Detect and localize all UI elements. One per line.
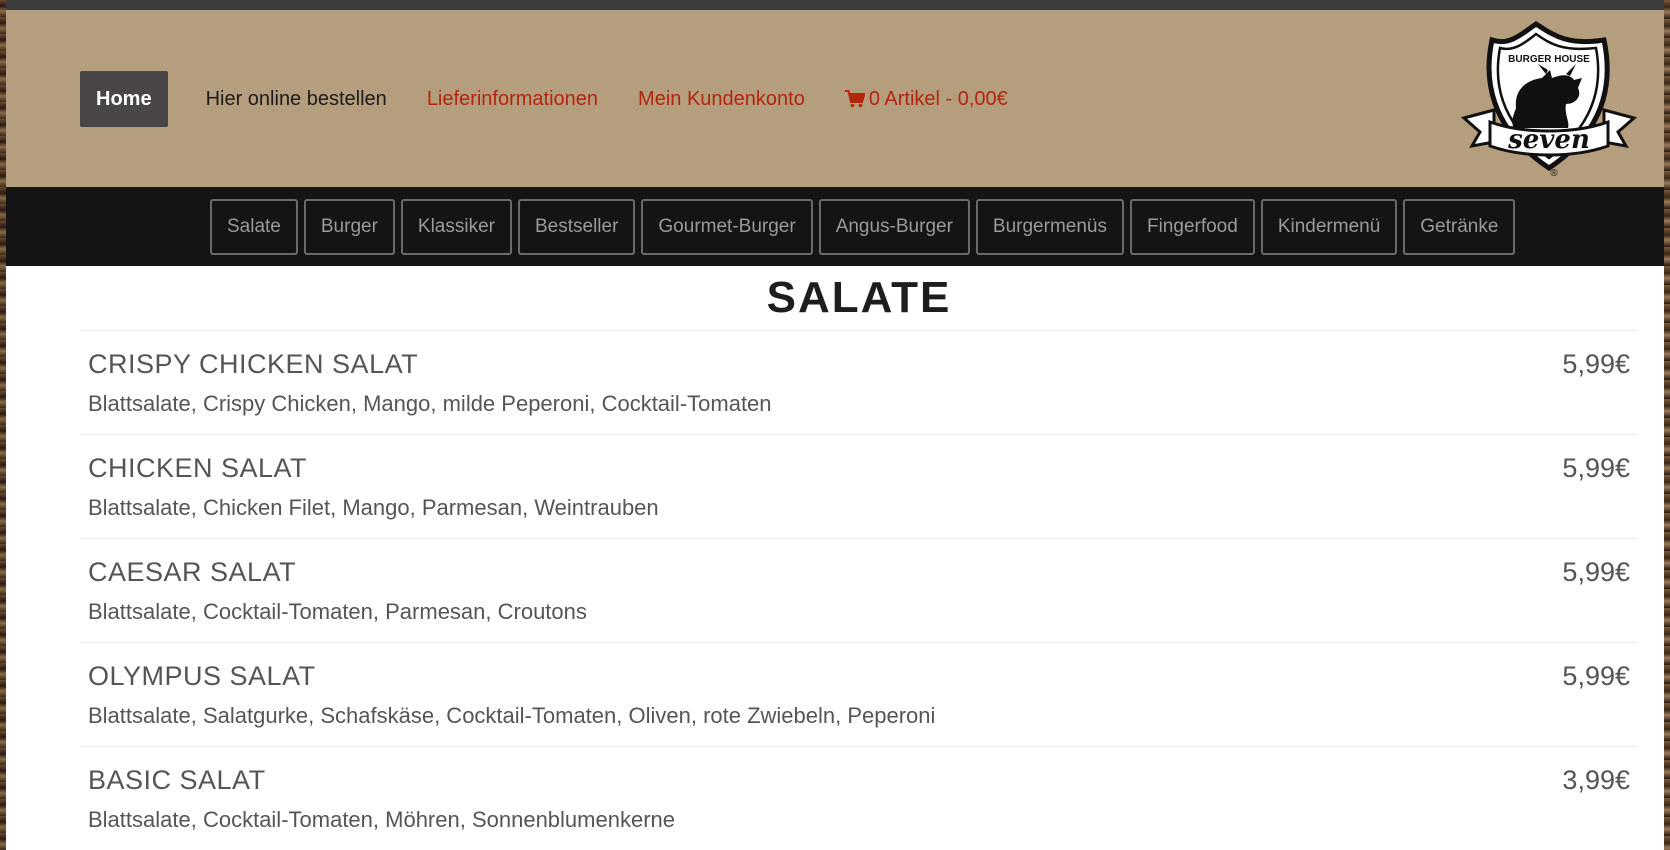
logo-registered-mark: ®: [1550, 168, 1558, 179]
category-tab-fingerfood[interactable]: Fingerfood: [1129, 199, 1255, 255]
nav-order-online-link[interactable]: Hier online bestellen: [190, 71, 403, 127]
category-tab-klassiker[interactable]: Klassiker: [400, 199, 512, 255]
menu-content: SALATE CRISPY CHICKEN SALAT Blattsalate,…: [80, 266, 1638, 850]
category-tab-gourmet-burger[interactable]: Gourmet-Burger: [641, 199, 813, 255]
nav-home-link[interactable]: Home: [80, 71, 168, 127]
page: Home Hier online bestellen Lieferinforma…: [6, 0, 1664, 850]
menu-item-name: CRISPY CHICKEN SALAT: [88, 349, 419, 379]
section-title: SALATE: [766, 273, 952, 322]
logo-main-text: seven: [1507, 125, 1590, 155]
menu-item-name: CHICKEN SALAT: [88, 453, 308, 483]
menu-item[interactable]: CAESAR SALAT Blattsalate, Cocktail-Tomat…: [80, 538, 1638, 642]
menu-item-price: 5,99€: [1562, 557, 1630, 587]
menu-item-description: Blattsalate, Salatgurke, Schafskäse, Coc…: [88, 703, 936, 728]
cart-icon: [844, 90, 865, 108]
burger-house-seven-logo[interactable]: BURGER HOUSE seven ®: [1454, 18, 1644, 180]
category-tab-angus-burger[interactable]: Angus-Burger: [818, 199, 970, 255]
category-tab-bestseller[interactable]: Bestseller: [517, 199, 636, 255]
main-nav: Home Hier online bestellen Lieferinforma…: [80, 71, 1032, 127]
nav-delivery-info-link[interactable]: Lieferinformationen: [411, 71, 614, 127]
nav-cart-link[interactable]: 0 Artikel - 0,00€: [829, 71, 1024, 127]
category-tab-getraenke[interactable]: Getränke: [1403, 199, 1516, 255]
category-tabs: Salate Burger Klassiker Bestseller Gourm…: [210, 199, 1521, 255]
menu-item-name: OLYMPUS SALAT: [88, 661, 316, 691]
menu-item-description: Blattsalate, Cocktail-Tomaten, Möhren, S…: [88, 807, 675, 832]
category-tab-kindermenue[interactable]: Kindermenü: [1260, 199, 1398, 255]
menu-item-name: BASIC SALAT: [88, 765, 266, 795]
logo-top-text: BURGER HOUSE: [1508, 54, 1590, 65]
menu-item-price: 5,99€: [1562, 453, 1630, 483]
menu-item-description: Blattsalate, Crispy Chicken, Mango, mild…: [88, 391, 772, 416]
category-tab-burger[interactable]: Burger: [303, 199, 395, 255]
menu-item-description: Blattsalate, Cocktail-Tomaten, Parmesan,…: [88, 599, 587, 624]
top-bar: [6, 0, 1664, 10]
site-header: Home Hier online bestellen Lieferinforma…: [6, 10, 1664, 187]
menu-item-price: 5,99€: [1562, 349, 1630, 379]
menu-item[interactable]: BASIC SALAT Blattsalate, Cocktail-Tomate…: [80, 746, 1638, 850]
menu-item-name: CAESAR SALAT: [88, 557, 297, 587]
menu-item-description: Blattsalate, Chicken Filet, Mango, Parme…: [88, 495, 659, 520]
menu-item-price: 3,99€: [1562, 765, 1630, 795]
nav-account-link[interactable]: Mein Kundenkonto: [622, 71, 821, 127]
menu-item[interactable]: CHICKEN SALAT Blattsalate, Chicken Filet…: [80, 434, 1638, 538]
category-bar: Salate Burger Klassiker Bestseller Gourm…: [6, 187, 1664, 266]
category-tab-burgermenues[interactable]: Burgermenüs: [975, 199, 1124, 255]
category-tab-salate[interactable]: Salate: [210, 199, 298, 255]
background-right-edge: [1664, 0, 1670, 850]
cart-summary: 0 Artikel - 0,00€: [868, 88, 1008, 110]
menu-item[interactable]: CRISPY CHICKEN SALAT Blattsalate, Crispy…: [80, 330, 1638, 434]
menu-item-price: 5,99€: [1562, 661, 1630, 691]
menu-item[interactable]: OLYMPUS SALAT Blattsalate, Salatgurke, S…: [80, 642, 1638, 746]
